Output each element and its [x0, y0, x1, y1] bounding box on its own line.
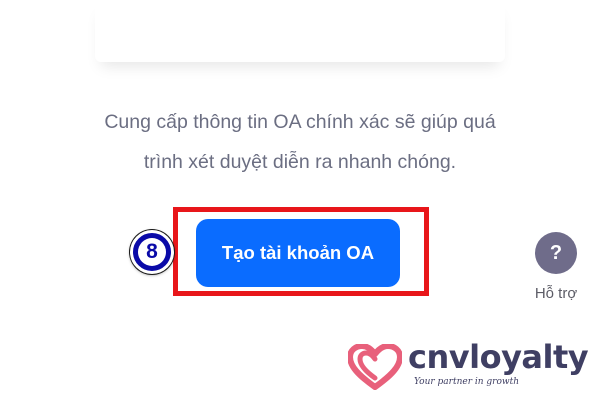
brand-name: cnvloyalty: [408, 338, 589, 376]
create-oa-account-button-label: Tạo tài khoản OA: [221, 242, 375, 263]
brand-watermark: cnvloyalty Your partner in growth: [348, 340, 593, 395]
create-oa-account-button[interactable]: Tạo tài khoản OA: [196, 219, 400, 287]
top-card-edge: [95, 0, 505, 62]
info-text: Cung cấp thông tin OA chính xác sẽ giúp …: [40, 102, 560, 182]
page: Cung cấp thông tin OA chính xác sẽ giúp …: [0, 0, 600, 400]
step-number-badge: 8: [130, 230, 174, 274]
heart-logo-icon: [348, 344, 402, 390]
question-icon[interactable]: ?: [535, 232, 577, 274]
support-button[interactable]: ? Hỗ trợ: [528, 232, 584, 312]
brand-tagline: Your partner in growth: [414, 377, 520, 387]
info-text-line-2: trình xét duyệt diễn ra nhanh chóng.: [143, 151, 457, 173]
info-text-line-1: Cung cấp thông tin OA chính xác sẽ giúp …: [104, 111, 496, 133]
support-label: Hỗ trợ: [534, 285, 578, 302]
step-number: 8: [138, 238, 166, 266]
